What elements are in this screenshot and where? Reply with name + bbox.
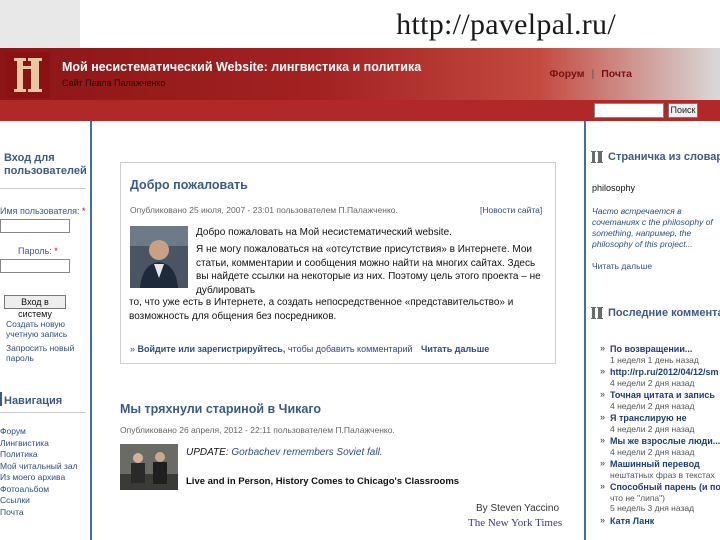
- slide-header: http://pavelpal.ru/: [0, 0, 720, 48]
- top-links: Форум | Почта: [549, 68, 632, 80]
- comment-item[interactable]: Способный парень (и похожчто не "липа")5…: [600, 481, 720, 514]
- post-footer: » Войдите или зарегистрируйтесь, чтобы д…: [130, 344, 489, 354]
- post-headline: Live and in Person, History Comes to Chi…: [186, 476, 460, 487]
- post-update: UPDATE: Gorbachev remembers Soviet fall.: [186, 447, 383, 458]
- nav-item-forum[interactable]: Форум: [0, 426, 78, 438]
- comment-item[interactable]: Точная цитата и запись4 недели 2 дня наз…: [600, 389, 720, 411]
- post-photo: [120, 444, 178, 490]
- nav-item-links[interactable]: Ссылки: [0, 495, 78, 507]
- post-meta: Опубликовано 25 июля, 2007 - 23:01 польз…: [130, 205, 398, 215]
- comment-item[interactable]: Мы же взрослые люди...4 недели 2 дня наз…: [600, 435, 720, 457]
- post-title[interactable]: Мы тряхнули стариной в Чикаго: [120, 402, 321, 416]
- comment-item[interactable]: http://rp.ru/2012/04/12/sm4 недели 2 дня…: [600, 366, 720, 388]
- post-lead: Добро пожаловать на Мой несистематически…: [196, 227, 452, 238]
- navigation-title: Навигация: [4, 395, 63, 407]
- nav-item-mail[interactable]: Почта: [0, 507, 78, 519]
- update-prefix: UPDATE:: [186, 447, 229, 458]
- comment-hint: чтобы добавить комментарий: [287, 344, 413, 354]
- site-header: Мой несистематический Website: лингвисти…: [0, 48, 720, 100]
- nav-item-reading-room[interactable]: Мой читальный зал: [0, 461, 78, 473]
- site-logo-icon[interactable]: [6, 52, 50, 98]
- post-body-continued: то, что уже есть в Интернете, а создать …: [129, 297, 514, 322]
- read-more-link[interactable]: Читать дальше: [421, 344, 489, 354]
- link-separator: |: [591, 68, 595, 80]
- dictionary-title: Страничка из словаря: [608, 151, 720, 163]
- login-block-title: Вход для пользователей: [4, 152, 87, 177]
- request-password-link[interactable]: Запросить новый пароль: [6, 343, 78, 363]
- nav-item-linguistics[interactable]: Лингвистика: [0, 438, 78, 450]
- username-label: Имя пользователя: *: [0, 206, 86, 216]
- comments-title: Последние комментарии: [608, 307, 720, 319]
- navigation-list: Форум Лингвистика Политика Мой читальный…: [0, 426, 78, 518]
- comment-item[interactable]: Я транслирую не4 недели 2 дня назад: [600, 412, 720, 434]
- mail-link[interactable]: Почта: [601, 68, 632, 80]
- dictionary-definition: Часто встречается в сочетаниях с the phi…: [592, 206, 713, 249]
- arrow-icon: »: [130, 344, 136, 354]
- password-label: Пароль: *: [18, 246, 58, 256]
- login-register-link[interactable]: Войдите или зарегистрируйтесь,: [138, 344, 286, 354]
- divider: [0, 188, 86, 189]
- password-field[interactable]: [0, 259, 70, 273]
- slide-url: http://pavelpal.ru/: [396, 8, 616, 41]
- slide-decoration: [0, 0, 80, 48]
- username-field[interactable]: [0, 219, 70, 233]
- nav-accent-bar: [0, 392, 2, 406]
- nav-item-photo-album[interactable]: Фотоальбом: [0, 484, 78, 496]
- create-account-link[interactable]: Создать новую учетную запись: [6, 319, 76, 339]
- comment-item[interactable]: По возвращении...1 неделя 1 день назад: [600, 343, 720, 365]
- post-title[interactable]: Добро пожаловать: [130, 178, 248, 192]
- book-icon: [591, 151, 603, 163]
- nav-item-archive[interactable]: Из моего архива: [0, 472, 78, 484]
- search-input[interactable]: [594, 103, 664, 118]
- book-icon: [591, 307, 603, 319]
- dictionary-read-more[interactable]: Читать дальше: [592, 261, 652, 271]
- divider: [0, 412, 86, 413]
- post-tag-link[interactable]: [Новости сайта]: [480, 205, 542, 215]
- site-title[interactable]: Мой несистематический Website: лингвисти…: [62, 60, 421, 74]
- nav-item-politics[interactable]: Политика: [0, 449, 78, 461]
- recent-comments-list: По возвращении...1 неделя 1 день назад h…: [600, 343, 720, 528]
- post-meta: Опубликовано 26 апреля, 2012 - 22:11 пол…: [120, 425, 395, 435]
- forum-link[interactable]: Форум: [549, 68, 584, 80]
- comment-item[interactable]: Катя Ланк: [600, 515, 720, 527]
- login-button[interactable]: Вход в систему: [4, 295, 66, 319]
- search-button[interactable]: Поиск: [668, 103, 698, 118]
- site-subtitle: Сайт Павла Палажченко: [62, 78, 166, 88]
- author-photo: [130, 226, 188, 288]
- post-byline: By Steven Yaccino: [476, 503, 560, 514]
- post-body: Я не могу пожаловаться на «отсутствие пр…: [196, 244, 541, 296]
- comment-item[interactable]: Машинный переводнештатных фраз в текстах: [600, 458, 720, 480]
- post-source: The New York Times: [468, 517, 563, 529]
- dictionary-word: philosophy: [592, 183, 636, 193]
- update-link[interactable]: Gorbachev remembers Soviet fall.: [231, 447, 382, 458]
